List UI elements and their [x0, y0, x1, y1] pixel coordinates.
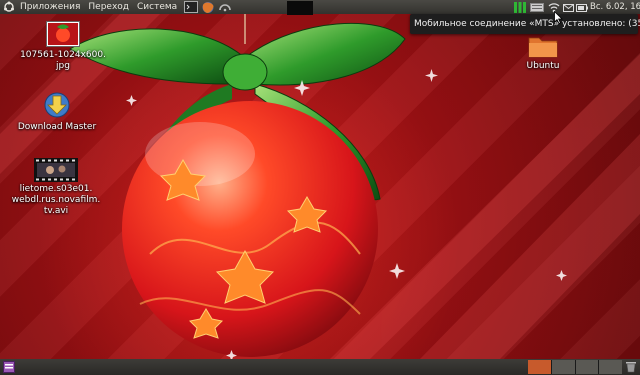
video-file-icon — [34, 158, 78, 182]
workspace-4[interactable] — [599, 360, 622, 374]
desktop-icon-ubuntu-folder[interactable]: Ubuntu — [518, 34, 568, 72]
menu-applications[interactable]: Приложения — [16, 0, 84, 14]
desktop-icon-download-master[interactable]: Download Master — [12, 91, 102, 133]
update-icon[interactable] — [218, 1, 232, 13]
desktop-icon-label: Ubuntu — [526, 61, 560, 71]
workspace-2[interactable] — [551, 360, 576, 374]
image-thumbnail-icon — [46, 21, 80, 47]
desktop-icon-label: 107561-1024x600. jpg — [20, 50, 106, 71]
terminal-icon[interactable] — [184, 1, 199, 13]
workspace-switcher-top[interactable] — [287, 1, 313, 15]
desktop-icon-label: Download Master — [17, 122, 97, 132]
show-desktop-icon[interactable] — [3, 361, 15, 373]
christmas-bauble — [122, 101, 378, 357]
folder-icon — [528, 37, 558, 58]
firefox-icon[interactable] — [201, 1, 215, 14]
mouse-pointer-icon — [554, 11, 563, 24]
download-master-icon — [44, 92, 70, 118]
menu-places[interactable]: Переход — [84, 0, 133, 14]
trash-icon[interactable] — [625, 360, 637, 373]
clock[interactable]: Вс. 6.02, 16:56 — [590, 0, 640, 14]
workspace-switcher[interactable] — [528, 360, 622, 374]
menu-system[interactable]: Система — [133, 0, 181, 14]
workspace-3[interactable] — [575, 360, 600, 374]
desktop-icon-video-file[interactable]: lietome.s03e01. webdl.rus.novafilm. tv.a… — [10, 158, 102, 217]
desktop-icon-image-file[interactable]: 107561-1024x600. jpg — [18, 21, 108, 72]
top-panel: Приложения Переход Система Вс. 6.02, 16 — [0, 0, 640, 15]
network-tooltip: Мобильное соединение «MTS» установлено: … — [410, 14, 640, 34]
workspace-1[interactable] — [528, 360, 552, 374]
bottom-panel — [0, 359, 640, 375]
desktop-icon-label: lietome.s03e01. webdl.rus.novafilm. tv.a… — [11, 184, 101, 216]
desktop[interactable]: 107561-1024x600. jpg Download Master lie… — [0, 14, 640, 359]
ubuntu-logo-icon[interactable] — [2, 1, 16, 13]
